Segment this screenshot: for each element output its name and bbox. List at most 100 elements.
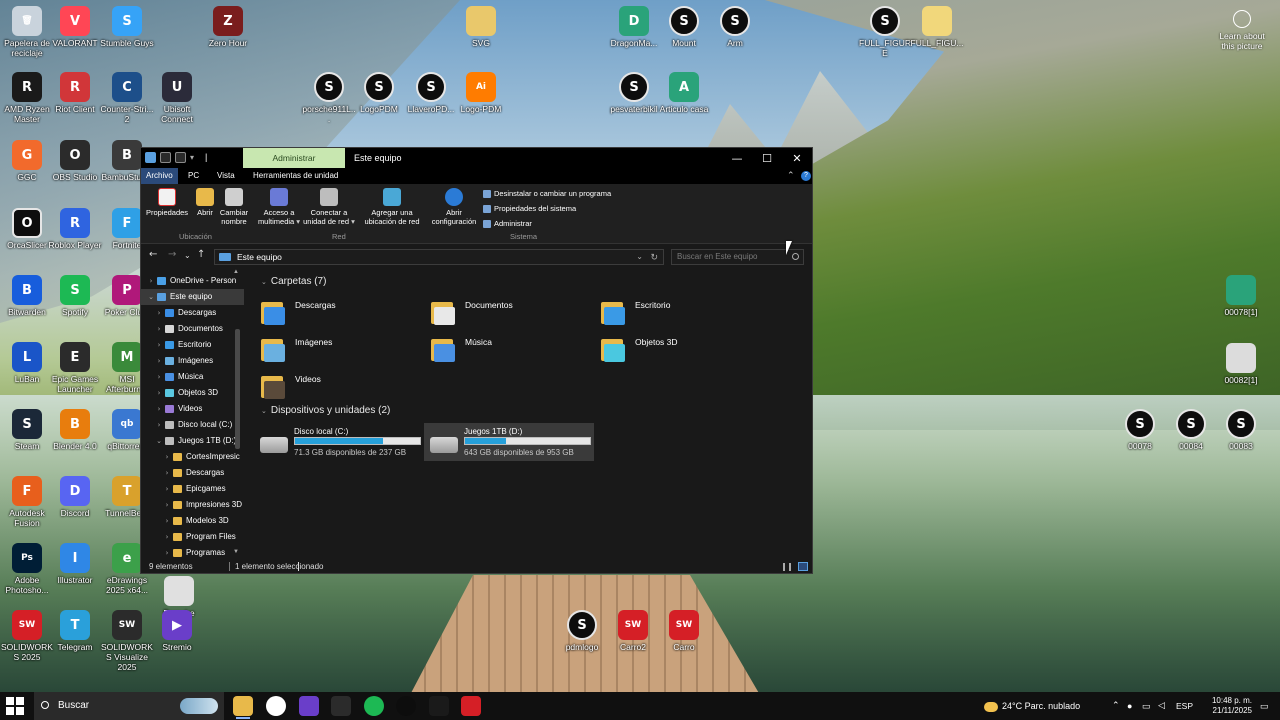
nav-item[interactable]: › Disco local (C:) bbox=[141, 417, 244, 433]
notifications-icon[interactable]: ▭ bbox=[1260, 692, 1269, 720]
devices-section-header[interactable]: ⌄ Dispositivos y unidades (2) bbox=[261, 405, 390, 416]
uninstall-program-button[interactable]: Desinstalar o cambiar un programa bbox=[483, 189, 611, 198]
chevron-down-icon[interactable]: ⌄ bbox=[155, 433, 163, 449]
chevron-right-icon[interactable]: › bbox=[155, 353, 163, 369]
folder-item[interactable]: Videos bbox=[261, 371, 421, 405]
tab-pc[interactable]: PC bbox=[183, 168, 204, 184]
start-button[interactable] bbox=[6, 697, 24, 715]
chevron-right-icon[interactable]: › bbox=[155, 321, 163, 337]
desktop-icon[interactable]: S Arm bbox=[708, 6, 762, 48]
epic-games-taskbar-icon[interactable] bbox=[331, 696, 351, 716]
desktop-icon[interactable]: S 00078 bbox=[1113, 409, 1167, 451]
desktop-icon[interactable]: U Ubisoft Connect bbox=[150, 72, 204, 124]
chevron-down-icon[interactable]: ⌄ bbox=[147, 289, 155, 305]
orca-slicer-taskbar-icon[interactable] bbox=[396, 696, 416, 716]
chevron-right-icon[interactable]: › bbox=[155, 417, 163, 433]
learn-about-picture-button[interactable]: Learn about this picture bbox=[1212, 10, 1272, 51]
file-explorer-window[interactable]: ▾ | Administrar Este equipo — ☐ ✕ Archiv… bbox=[140, 147, 813, 574]
nav-item[interactable]: › OneDrive - Person bbox=[141, 273, 244, 289]
desktop-icon[interactable]: D Discord bbox=[48, 476, 102, 518]
nav-item[interactable]: › Documentos bbox=[141, 321, 244, 337]
desktop-icon[interactable]: SW Carro2 bbox=[606, 610, 660, 652]
desktop-icon[interactable]: Spesvaterbikil bbox=[607, 72, 661, 114]
desktop-icon[interactable]: E Epic Games Launcher bbox=[48, 342, 102, 394]
forward-button[interactable]: → bbox=[168, 249, 176, 260]
microphone-icon[interactable]: ● bbox=[1127, 692, 1132, 720]
maximize-button[interactable]: ☐ bbox=[752, 148, 782, 168]
taskbar-search-box[interactable]: Buscar bbox=[34, 692, 224, 720]
app-dark-taskbar-icon[interactable] bbox=[429, 696, 449, 716]
desktop-icon[interactable]: O OrcaSlicer bbox=[0, 208, 54, 250]
large-icons-view-icon[interactable] bbox=[798, 562, 808, 571]
language-indicator[interactable]: ESP bbox=[1176, 692, 1193, 720]
chevron-right-icon[interactable]: › bbox=[163, 513, 171, 529]
chevron-right-icon[interactable]: › bbox=[155, 369, 163, 385]
title-bar[interactable]: ▾ | Administrar Este equipo — ☐ ✕ bbox=[141, 148, 812, 168]
desktop-icon[interactable]: R AMD Ryzen Master bbox=[0, 72, 54, 124]
close-button[interactable]: ✕ bbox=[782, 148, 812, 168]
manage-button[interactable]: Administrar bbox=[483, 219, 532, 228]
chevron-right-icon[interactable]: › bbox=[163, 449, 171, 465]
address-input[interactable]: Este equipo ⌄ ↻ bbox=[214, 249, 664, 265]
media-ribbon-button[interactable]: Acceso a multimedia ▾ bbox=[257, 186, 301, 226]
scroll-up-icon[interactable]: ▲ bbox=[233, 269, 239, 275]
customize-qat-button[interactable]: ▾ bbox=[190, 152, 201, 163]
desktop-icon[interactable]: A Articulo casa bbox=[657, 72, 711, 114]
scrollbar-thumb[interactable] bbox=[235, 329, 240, 449]
tab-vista[interactable]: Vista bbox=[212, 168, 240, 184]
folder-item[interactable]: Música bbox=[431, 334, 591, 368]
nav-item[interactable]: › Música bbox=[141, 369, 244, 385]
contextual-tab-administrar[interactable]: Administrar bbox=[243, 148, 345, 168]
nav-item[interactable]: › CortesImpresic bbox=[141, 449, 244, 465]
desktop-icon[interactable]: SW Carro bbox=[657, 610, 711, 652]
desktop-icon[interactable]: Z Zero Hour bbox=[201, 6, 255, 48]
minimize-button[interactable]: — bbox=[722, 148, 752, 168]
chevron-right-icon[interactable]: › bbox=[155, 385, 163, 401]
nav-item[interactable]: › Descargas bbox=[141, 465, 244, 481]
folder-item[interactable]: Descargas bbox=[261, 297, 421, 331]
desktop-icon[interactable]: O OBS Studio bbox=[48, 140, 102, 182]
desktop-icon[interactable]: L LuBan bbox=[0, 342, 54, 384]
properties-qat-button[interactable] bbox=[160, 152, 171, 163]
scroll-down-icon[interactable]: ▼ bbox=[233, 549, 239, 555]
desktop-icon[interactable]: I Illustrator bbox=[48, 543, 102, 585]
tab-herramientas-de-unidad[interactable]: Herramientas de unidad bbox=[248, 168, 343, 184]
chevron-right-icon[interactable]: › bbox=[163, 529, 171, 545]
navigation-scrollbar[interactable]: ▲ ▼ bbox=[232, 269, 242, 559]
details-view-icon[interactable] bbox=[783, 563, 791, 571]
add-location-ribbon-button[interactable]: Agregar una ubicación de red bbox=[361, 186, 423, 226]
folder-item[interactable]: Documentos bbox=[431, 297, 591, 331]
desktop-icon[interactable]: R Roblox Player bbox=[48, 208, 102, 250]
desktop-icon[interactable]: Spdmlogo bbox=[555, 610, 609, 652]
nav-item[interactable]: › Imágenes bbox=[141, 353, 244, 369]
nav-item[interactable]: ⌄ Juegos 1TB (D:) bbox=[141, 433, 244, 449]
desktop-icon[interactable]: B Blender 4.0 bbox=[48, 409, 102, 451]
nav-item[interactable]: › Program Files bbox=[141, 529, 244, 545]
volume-icon[interactable]: ◁ bbox=[1158, 692, 1165, 720]
nav-item[interactable]: ⌄ Este equipo bbox=[141, 289, 244, 305]
desktop-icon[interactable]: S LlaveroPD... bbox=[404, 72, 458, 114]
desktop-icon[interactable]: SW SOLIDWORKS 2025 bbox=[0, 610, 54, 662]
desktop-icon[interactable]: S LogoPDM bbox=[352, 72, 406, 114]
back-button[interactable]: ← bbox=[149, 249, 157, 260]
file-explorer-taskbar-icon[interactable] bbox=[233, 696, 253, 716]
desktop-icon[interactable]: D DragonMa... bbox=[607, 6, 661, 48]
nav-item[interactable]: › Escritorio bbox=[141, 337, 244, 353]
chevron-right-icon[interactable]: › bbox=[155, 401, 163, 417]
nav-item[interactable]: › Videos bbox=[141, 401, 244, 417]
app-red-taskbar-icon[interactable] bbox=[461, 696, 481, 716]
desktop-icon[interactable]: SW SOLIDWORKS Visualize 2025 bbox=[100, 610, 154, 672]
desktop-icon[interactable]: S Stumble Guys bbox=[100, 6, 154, 48]
tab-archivo[interactable]: Archivo bbox=[141, 168, 178, 184]
folder-item[interactable]: Escritorio bbox=[601, 297, 761, 331]
search-input[interactable]: Buscar en Este equipo bbox=[671, 249, 804, 265]
help-icon[interactable]: ? bbox=[801, 171, 811, 181]
up-button[interactable]: ↑ bbox=[197, 249, 205, 260]
chevron-right-icon[interactable]: › bbox=[163, 465, 171, 481]
spotify-taskbar-icon[interactable] bbox=[364, 696, 384, 716]
settings-ribbon-button[interactable]: Abrir configuración bbox=[427, 186, 481, 226]
folder-item[interactable]: Objetos 3D bbox=[601, 334, 761, 368]
nav-item[interactable]: › Modelos 3D bbox=[141, 513, 244, 529]
desktop-icon[interactable]: 🗑 Papelera de reciclaje bbox=[0, 6, 54, 58]
desktop-icon[interactable]: S FULL_FIGURE bbox=[858, 6, 912, 58]
